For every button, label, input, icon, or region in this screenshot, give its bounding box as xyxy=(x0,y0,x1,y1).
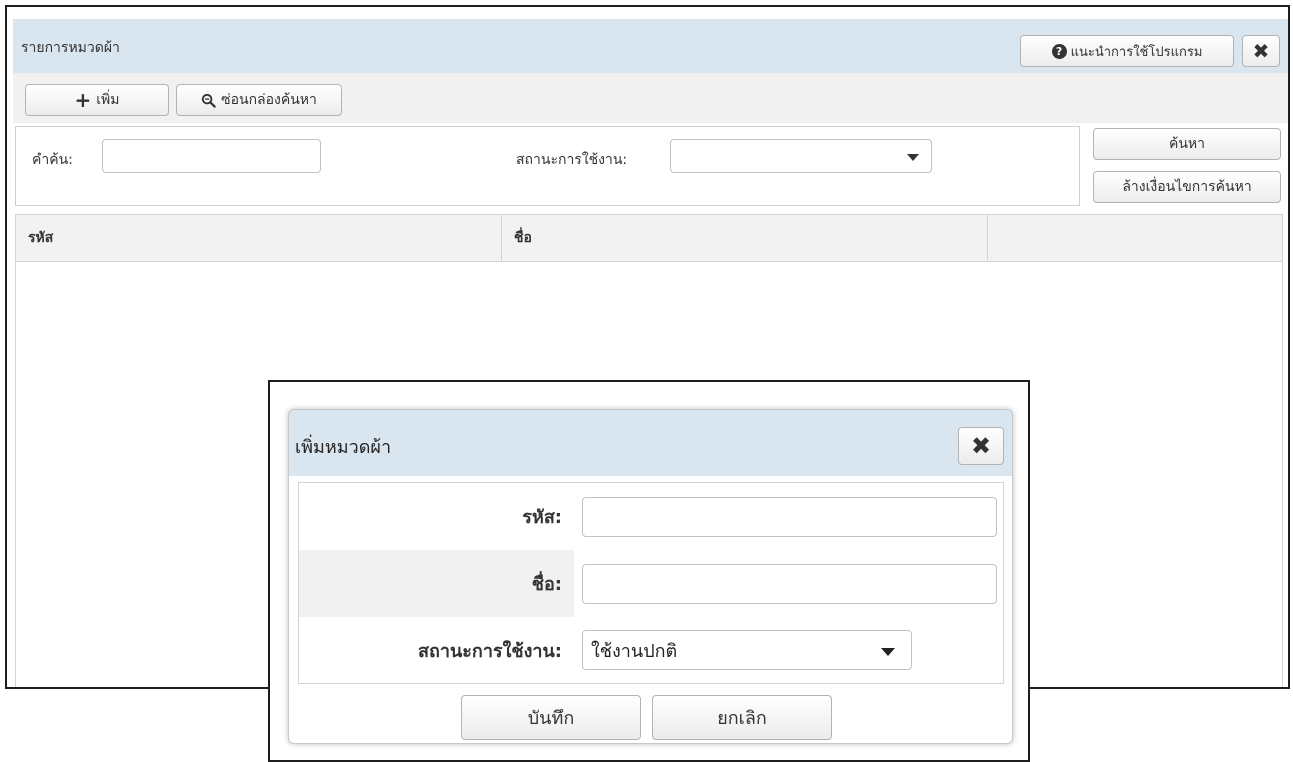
form-row-code: รหัส: xyxy=(299,483,1003,550)
name-cell xyxy=(574,550,1003,617)
dialog-title: เพิ่มหมวดผ้า xyxy=(295,437,392,458)
column-header-actions xyxy=(988,215,1282,261)
close-icon: ✖ xyxy=(1252,39,1270,63)
cancel-button[interactable]: ยกเลิก xyxy=(652,695,832,740)
close-window-button[interactable]: ✖ xyxy=(1242,35,1280,67)
search-panel: คำค้น: สถานะการใช้งาน: xyxy=(15,126,1080,206)
form-row-status: สถานะการใช้งาน: ใช้งานปกติ xyxy=(299,617,1003,683)
caret-down-icon xyxy=(907,154,919,161)
keyword-label: คำค้น: xyxy=(32,152,73,168)
status-label: สถานะการใช้งาน: xyxy=(417,640,562,662)
code-input[interactable] xyxy=(582,497,997,537)
window-titlebar: รายการหมวดผ้า ? แนะนำการใช้โปรแกรม ✖ xyxy=(13,19,1288,73)
cancel-button-label: ยกเลิก xyxy=(717,708,767,729)
add-button-label: เพิ่ม xyxy=(96,92,120,108)
keyword-input[interactable] xyxy=(102,139,321,173)
dialog-titlebar: เพิ่มหมวดผ้า ✖ xyxy=(289,410,1012,476)
plus-icon: + xyxy=(74,88,92,112)
save-button-label: บันทึก xyxy=(527,708,575,729)
help-button-label: แนะนำการใช้โปรแกรม xyxy=(1070,44,1203,60)
code-cell xyxy=(574,483,1003,550)
name-input[interactable] xyxy=(582,564,997,604)
window-title: รายการหมวดผ้า xyxy=(21,40,120,56)
search-button[interactable]: ค้นหา xyxy=(1093,128,1281,160)
help-button[interactable]: ? แนะนำการใช้โปรแกรม xyxy=(1020,35,1234,67)
status-filter-select[interactable] xyxy=(670,139,932,173)
dialog-form: รหัส: ชื่อ: สถานะการใช้งาน: ใช้งานปกติ xyxy=(298,482,1004,684)
toolbar: + เพิ่ม ซ่อนกล่องค้นหา xyxy=(13,73,1288,123)
form-row-name: ชื่อ: xyxy=(299,550,1003,617)
clear-search-button[interactable]: ล้างเงื่อนไขการค้นหา xyxy=(1093,171,1281,203)
add-button[interactable]: + เพิ่ม xyxy=(25,84,169,116)
save-button[interactable]: บันทึก xyxy=(461,695,641,740)
clear-search-button-label: ล้างเงื่อนไขการค้นหา xyxy=(1122,179,1252,195)
status-select-value: ใช้งานปกติ xyxy=(591,640,678,662)
question-circle-icon: ? xyxy=(1051,43,1067,59)
code-label: รหัส: xyxy=(522,507,562,528)
status-filter-label: สถานะการใช้งาน: xyxy=(516,152,628,168)
close-icon: ✖ xyxy=(970,432,992,460)
column-header-code[interactable]: รหัส xyxy=(16,215,502,261)
add-category-dialog: เพิ่มหมวดผ้า ✖ รหัส: ชื่อ: สถานะการใช้งา… xyxy=(288,409,1013,744)
name-label: ชื่อ: xyxy=(531,574,562,595)
search-button-label: ค้นหา xyxy=(1168,136,1206,152)
hide-search-button[interactable]: ซ่อนกล่องค้นหา xyxy=(176,84,342,116)
hide-search-button-label: ซ่อนกล่องค้นหา xyxy=(221,92,317,108)
status-cell: ใช้งานปกติ xyxy=(574,617,1003,683)
grid-header: รหัส ชื่อ xyxy=(15,214,1283,262)
caret-down-icon xyxy=(881,648,895,656)
column-header-name[interactable]: ชื่อ xyxy=(502,215,988,261)
dialog-frame: เพิ่มหมวดผ้า ✖ รหัส: ชื่อ: สถานะการใช้งา… xyxy=(268,380,1030,762)
magnifier-icon xyxy=(201,93,216,108)
status-select[interactable]: ใช้งานปกติ xyxy=(582,630,912,670)
close-dialog-button[interactable]: ✖ xyxy=(958,427,1004,465)
